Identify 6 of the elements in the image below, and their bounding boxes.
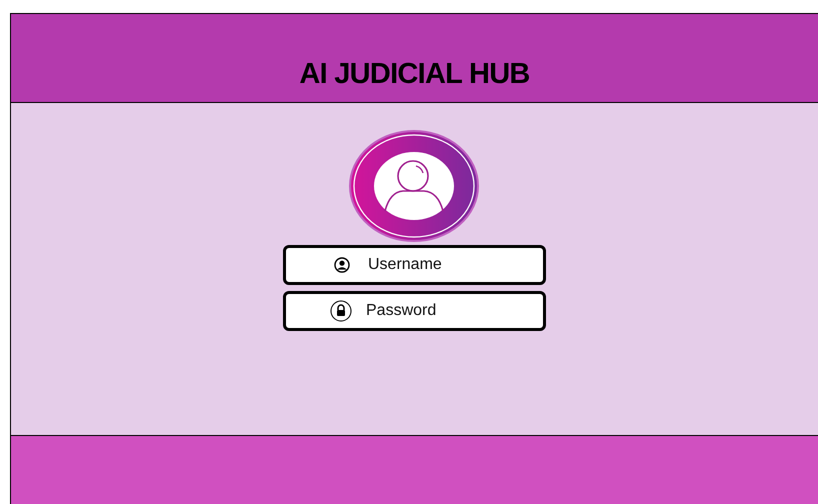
user-icon bbox=[334, 257, 350, 273]
user-avatar-icon bbox=[348, 129, 480, 243]
app-title: AI JUDICIAL HUB bbox=[299, 56, 530, 92]
password-field[interactable]: Password bbox=[283, 291, 546, 331]
lock-icon bbox=[330, 300, 352, 322]
username-field[interactable]: Username bbox=[283, 245, 546, 285]
